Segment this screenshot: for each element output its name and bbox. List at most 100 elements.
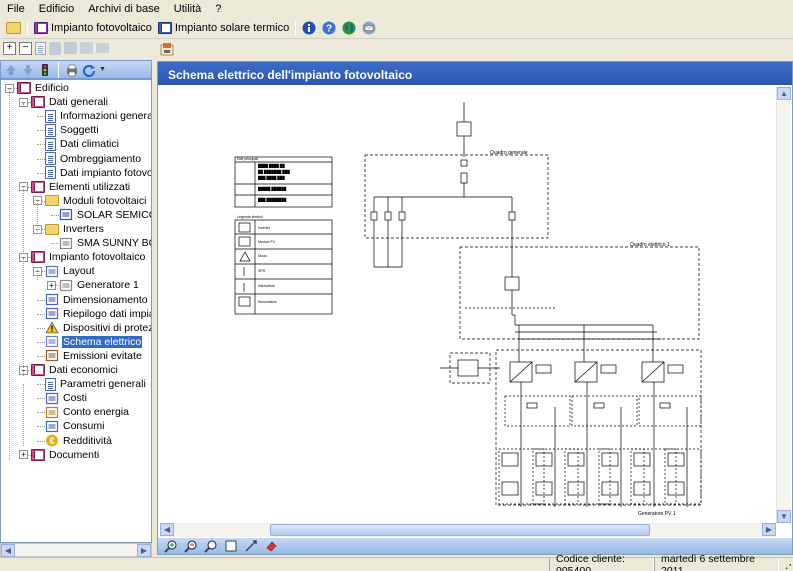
schematic-drawing: Dati principali Legenda simboli ████ ███… [234,102,702,517]
traffic-light-icon[interactable] [38,63,52,77]
tree-item-impianto-fotovoltaico[interactable]: Impianto fotovoltaico [31,250,146,264]
info-button[interactable] [299,19,319,37]
tree-connector [37,299,45,301]
open-folder-button[interactable] [3,19,24,37]
expand-all-button[interactable]: + [3,41,16,55]
quadro-generale-box [364,154,549,239]
project-tree: Edificio − Dati generali − Informazioni gene… [0,79,152,543]
email-button[interactable] [359,19,379,37]
energy-account-icon [45,406,59,419]
refresh-icon[interactable] [82,63,96,77]
tree-item-label: Parametri generali [60,378,146,391]
tree-item-documenti[interactable]: Documenti [31,448,100,462]
tree-item-riepilogo-dati-impianto[interactable]: Riepilogo dati impianto [45,307,151,321]
tree-item-parametri-generali[interactable]: Parametri generali [45,377,147,391]
tree-item-label: Costi [63,392,87,405]
tree-item-emissioni-evitate[interactable]: Emissioni evitate [45,349,143,363]
tree-item-schema-elettrico[interactable]: Schema elettrico [45,335,143,349]
tree-connector [37,144,45,146]
tree-item-dati-climatici[interactable]: Dati climatici [45,137,120,151]
refresh-dropdown-icon[interactable]: ▼ [99,66,106,73]
print-icon[interactable] [65,63,79,77]
tree-guide [23,102,24,104]
tree-item-solar-semiconductor[interactable]: SOLAR SEMICONDUCTOR [59,208,151,222]
diagram-scroll-right-icon[interactable]: ▶ [762,523,776,536]
menu-help[interactable]: ? [208,3,228,15]
export-icon[interactable] [160,42,174,56]
delete-icon[interactable] [49,41,61,55]
tree-connector [37,158,45,160]
diagram-vertical-scrollbar[interactable]: ▲ ▼ [776,87,791,523]
zoom-out-icon[interactable] [184,539,198,553]
new-document-icon[interactable] [35,41,46,55]
tree-item-dati-impianto-fotovoltaico[interactable]: Dati impianto fotovoltaico [45,166,151,180]
grid-icon[interactable] [96,43,109,53]
tree-connector [37,130,45,132]
impianto-solare-termico-button[interactable]: Impianto solare termico [155,19,292,37]
tree-item-sma-sunny-boy-3800[interactable]: SMA SUNNY BOY 3800 [59,236,151,250]
email-icon [362,21,376,35]
zoom-in-icon[interactable] [164,539,178,553]
tree-item-label: SOLAR SEMICONDUCTOR [77,208,151,221]
horizontal-scroll-thumb[interactable] [270,524,650,536]
svg-text:██ ███████ ███: ██ ███████ ███ [258,169,290,175]
tree-item-dati-economici[interactable]: Dati economici [31,363,119,377]
diagram-horizontal-scrollbar[interactable]: ◀ ▶ [160,523,776,537]
menu-archivi-di-base[interactable]: Archivi di base [81,3,167,15]
web-button[interactable] [339,19,359,37]
tree-item-moduli-fotovoltaici[interactable]: Moduli fotovoltaici [45,194,147,208]
tree-item-costi[interactable]: Costi [45,391,88,405]
scroll-left-icon[interactable]: ◀ [1,543,15,557]
arrow-down-icon[interactable] [21,63,35,77]
consumption-icon [45,420,59,433]
tree-item-conto-energia[interactable]: Conto energia [45,405,130,419]
menu-edificio[interactable]: Edificio [32,3,81,15]
scroll-down-icon[interactable]: ▼ [777,510,791,523]
tree-item-generatore-1[interactable]: Generatore 1 [59,278,140,292]
book-icon [31,180,45,193]
help-button[interactable]: ? [319,19,339,37]
svg-text:███ ████ ███: ███ ████ ███ [258,175,285,181]
menu-utilita[interactable]: Utilità [167,3,209,15]
tree-guide [37,200,38,232]
tree-item-layout[interactable]: Layout [45,264,96,278]
tree-item-redditivit[interactable]: € Redditività [45,434,113,448]
panel-title: Schema elettrico dell'impianto fotovolta… [158,62,792,85]
tree-horizontal-scrollbar[interactable]: ◀ ▶ [0,543,152,557]
tree-item-elementi-utilizzati[interactable]: Elementi utilizzati [31,180,131,194]
svg-text:Legenda simboli: Legenda simboli [237,215,263,219]
eraser-icon[interactable] [264,539,278,553]
tree-item-dispositivi-di-protezione[interactable]: Dispositivi di protezione [45,321,151,335]
impianto-fotovoltaico-button[interactable]: Impianto fotovoltaico [31,19,155,37]
expand-icon[interactable]: + [47,280,56,290]
diagram-scroll-left-icon[interactable]: ◀ [160,523,174,536]
resize-grip-icon[interactable]: ⋰ [779,558,793,571]
collapse-all-button[interactable]: − [19,41,32,55]
menu-file[interactable]: File [0,3,32,15]
tree-connector [37,412,45,414]
paste-icon[interactable] [80,42,93,54]
quadro-generale-label: Quadro generale [490,150,528,156]
generator-icon [59,279,73,292]
pan-icon[interactable] [244,539,258,553]
scroll-right-icon[interactable]: ▶ [137,543,151,557]
tree-item-label: Dati economici [49,364,118,376]
tree-item-soggetti[interactable]: Soggetti [45,123,100,137]
expand-icon[interactable]: + [19,450,28,460]
tree-item-informazioni-generali[interactable]: Informazioni generali [45,109,151,123]
page-icon[interactable] [224,539,238,553]
tree-item-ombreggiamento[interactable]: Ombreggiamento [45,152,142,166]
tree-item-edificio[interactable]: Edificio [17,81,70,95]
tree-item-dati-generali[interactable]: Dati generali [31,95,109,109]
tree-item-label: Moduli fotovoltaici [63,194,147,207]
arrow-up-icon[interactable] [4,63,18,77]
tree-item-inverters[interactable]: Inverters [45,222,105,236]
zoom-fit-icon[interactable] [204,539,218,553]
tree-guide [23,258,24,376]
copy-icon[interactable] [64,42,77,54]
tree-item-consumi[interactable]: Consumi [45,419,105,433]
electrical-schematic[interactable]: Dati principali Legenda simboli ████ ███… [160,87,774,523]
scroll-up-icon[interactable]: ▲ [777,87,791,100]
tree-item-dimensionamento-cavi[interactable]: Dimensionamento cavi [45,293,151,307]
fotovoltaico-book-icon [34,22,48,34]
